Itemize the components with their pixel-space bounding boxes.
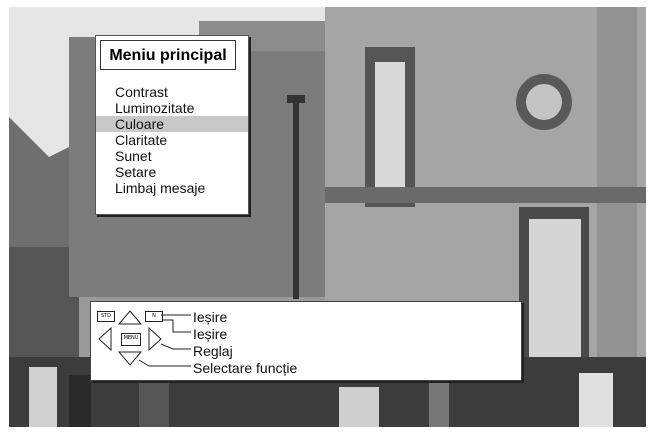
help-select-function: Selectare funcție <box>193 360 298 376</box>
help-adjust: Reglaj <box>193 343 233 359</box>
help-exit-2: Ieșire <box>193 326 228 342</box>
menu-item-contrast[interactable]: Contrast <box>96 84 248 100</box>
menu-item-limbaj-mesaje[interactable]: Limbaj mesaje <box>96 180 248 196</box>
help-exit-1: Ieșire <box>193 309 228 325</box>
arrow-right-icon <box>148 326 162 352</box>
menu-item-culoare[interactable]: Culoare <box>96 116 248 132</box>
main-menu: Meniu principal Contrast Luminozitate Culo… <box>95 35 249 215</box>
menu-item-sunet[interactable]: Sunet <box>96 148 248 164</box>
menu-list: Contrast Luminozitate Culoare Claritate Sune… <box>96 84 248 196</box>
menu-item-luminozitate[interactable]: Luminozitate <box>96 100 248 116</box>
menu-item-claritate[interactable]: Claritate <box>96 132 248 148</box>
menu-title: Meniu principal <box>100 40 236 70</box>
arrow-left-icon <box>98 326 112 352</box>
arrow-up-icon <box>117 310 143 325</box>
arrow-down-icon <box>117 351 143 366</box>
menu-item-setare[interactable]: Setare <box>96 164 248 180</box>
navigation-help-panel: STD N MENU Ieșire Ieșire Reglaj Selectar… <box>90 301 522 381</box>
tv-screen: Meniu principal Contrast Luminozitate Culo… <box>9 7 646 427</box>
